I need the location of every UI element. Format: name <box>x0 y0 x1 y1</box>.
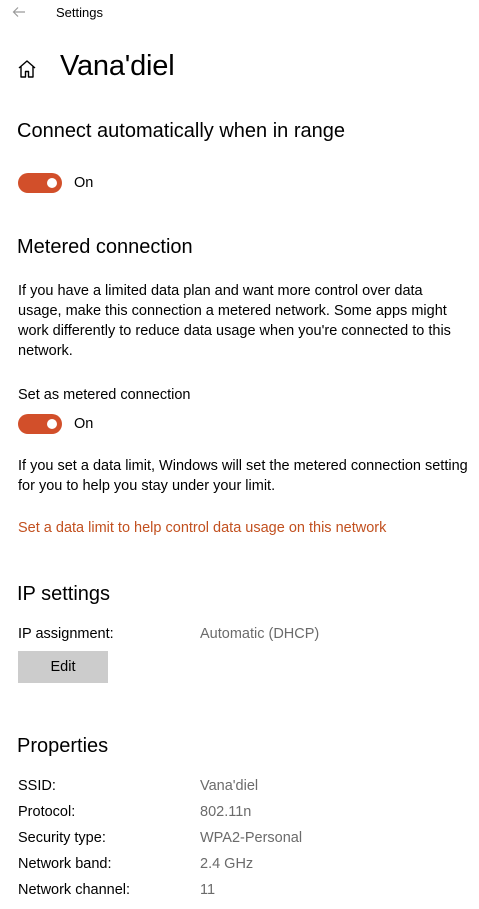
title-bar: Settings <box>0 0 479 26</box>
ip-assignment-label: IP assignment: <box>18 626 114 642</box>
home-icon <box>18 60 36 78</box>
connect-auto-toggle-state: On <box>74 175 94 191</box>
settings-page: Settings Vana'diel Connect automatically… <box>0 0 479 909</box>
network-channel-value: 11 <box>200 882 216 898</box>
metered-toggle-row: On <box>18 413 93 435</box>
page-title: Vana'diel <box>60 50 175 82</box>
home-button[interactable] <box>16 58 38 80</box>
edit-ip-button[interactable]: Edit <box>18 651 108 683</box>
metered-toggle[interactable] <box>18 414 62 434</box>
app-title: Settings <box>56 5 103 20</box>
security-type-label: Security type: <box>18 830 106 846</box>
data-limit-note: If you set a data limit, Windows will se… <box>18 458 468 494</box>
protocol-value: 802.11n <box>200 804 252 820</box>
ssid-value: Vana'diel <box>200 778 259 794</box>
connect-auto-toggle[interactable] <box>18 173 62 193</box>
protocol-label: Protocol: <box>18 804 76 820</box>
back-button[interactable] <box>9 2 29 22</box>
back-arrow-icon <box>12 7 25 17</box>
network-channel-label: Network channel: <box>18 882 131 898</box>
connect-auto-heading: Connect automatically when in range <box>17 120 345 142</box>
toggle-knob <box>47 178 57 188</box>
metered-description: If you have a limited data plan and want… <box>18 283 451 359</box>
ip-assignment-value: Automatic (DHCP) <box>200 626 320 642</box>
ip-settings-heading: IP settings <box>17 583 111 605</box>
set-metered-label: Set as metered connection <box>18 387 191 403</box>
properties-heading: Properties <box>17 735 109 757</box>
metered-heading: Metered connection <box>17 236 193 258</box>
security-type-value: WPA2-Personal <box>200 830 303 846</box>
metered-toggle-state: On <box>74 416 94 432</box>
connect-auto-toggle-row: On <box>18 172 93 194</box>
toggle-knob <box>47 419 57 429</box>
network-band-label: Network band: <box>18 856 112 872</box>
set-data-limit-link[interactable]: Set a data limit to help control data us… <box>18 520 386 536</box>
network-band-value: 2.4 GHz <box>200 856 254 872</box>
ssid-label: SSID: <box>18 778 56 794</box>
